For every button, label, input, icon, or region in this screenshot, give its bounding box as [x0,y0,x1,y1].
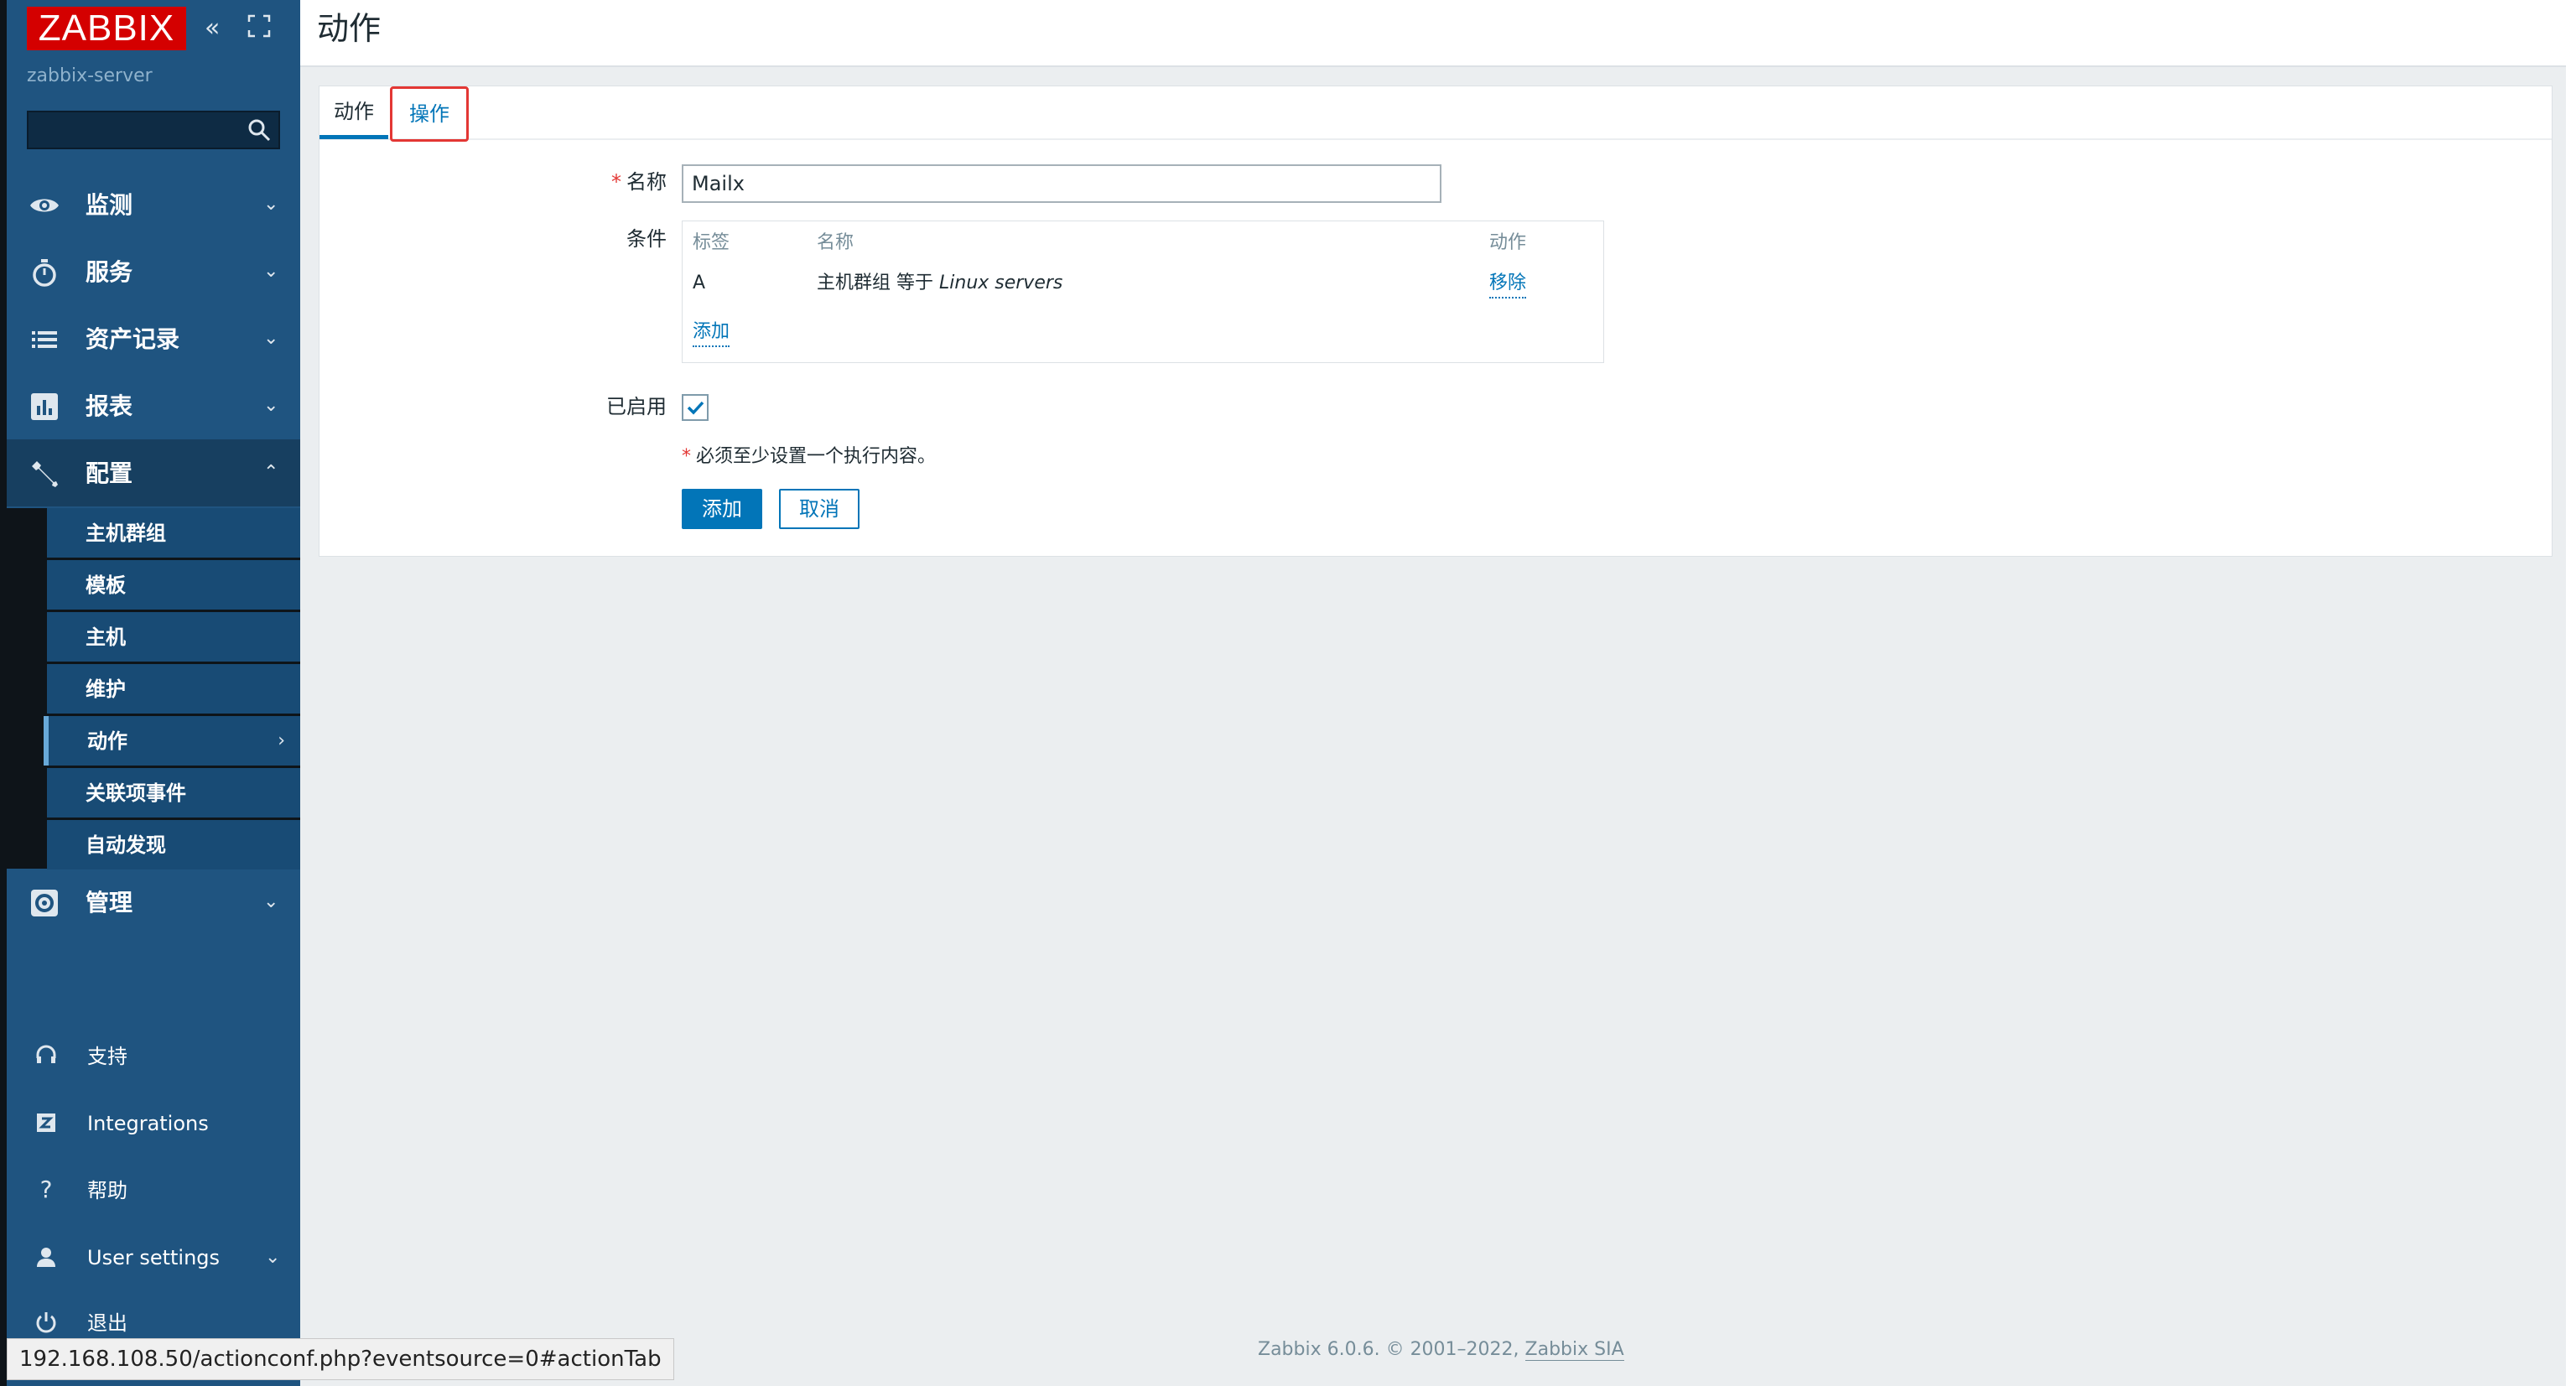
nav-label: 服务 [86,258,133,286]
nav-label: 管理 [86,889,133,916]
page-header: 动作 [300,0,2576,67]
search-input[interactable] [27,111,280,149]
config-submenu: 主机群组 模板 主机 维护 动作 › 关联项事件 自动发现 [7,508,300,869]
checkmark-icon [687,401,704,415]
eye-icon [30,199,59,212]
browser-status-url: 192.168.108.50/actionconf.php?eventsourc… [7,1338,674,1380]
submenu-discovery[interactable]: 自动发现 [47,820,300,869]
window-right-edge [2566,0,2576,1386]
nav-user-settings[interactable]: User settings ⌄ [7,1233,300,1283]
col-header-action: 动作 [1489,232,1527,253]
nav-help[interactable]: ? 帮助 [7,1165,300,1216]
wrench-icon [32,461,58,487]
nav-reports[interactable]: 报表 ⌄ [7,372,300,439]
kiosk-mode-icon[interactable] [247,13,272,48]
sidebar: ZABBIX « zabbix-server 监测 ⌄ 服务 ⌄ 资产记录 ⌄ … [7,0,300,1386]
nav-services[interactable]: 服务 ⌄ [7,238,300,305]
chevron-down-icon: ⌄ [263,328,279,349]
zabbix-logo[interactable]: ZABBIX [27,7,186,50]
submenu-label: 关联项事件 [86,781,186,805]
nav-label: 支持 [87,1045,127,1068]
zabbix-z-icon [37,1113,55,1132]
cancel-button[interactable]: 取消 [779,489,860,529]
conditions-table: 标签 名称 动作 A 主机群组 等于 Linux servers 移除 添加 [682,221,1604,363]
chevron-down-icon: ⌄ [263,261,279,282]
stopwatch-icon [33,259,56,287]
required-hint: * 必须至少设置一个执行内容。 [682,444,936,470]
submenu-actions[interactable]: 动作 › [44,716,300,766]
submenu-maintenance[interactable]: 维护 [47,664,300,714]
nav-label: 配置 [86,459,133,487]
remove-condition-link[interactable]: 移除 [1489,270,1527,298]
col-header-tag: 标签 [693,232,730,253]
submenu-label: 动作 [87,729,127,753]
nav-integrations[interactable]: Integrations [7,1098,300,1149]
page-title: 动作 [317,10,382,47]
user-icon [37,1248,55,1267]
nav-support[interactable]: 支持 [7,1031,300,1082]
question-icon: ? [39,1176,53,1203]
submenu-label: 主机群组 [86,522,166,545]
window-left-edge [0,0,7,1386]
hint-text: 必须至少设置一个执行内容。 [696,446,937,467]
headset-icon [36,1045,56,1063]
tab-bar: 动作 操作 [319,86,2552,142]
nav-label: 监测 [86,191,133,219]
submenu-label: 模板 [86,574,126,597]
chevron-down-icon: ⌄ [263,395,279,416]
nav-administration[interactable]: 管理 ⌄ [7,869,300,936]
conditions-label: 条件 [626,227,667,251]
enabled-label: 已启用 [606,395,667,418]
enabled-checkbox[interactable] [682,394,709,421]
chevron-down-icon: ⌄ [263,891,279,912]
submenu-host-groups[interactable]: 主机群组 [47,508,300,558]
action-form-panel: 动作 操作 *名称 条件 标签 名称 动作 A 主机群组 等于 Linux se… [319,86,2553,557]
search-icon[interactable] [247,117,272,143]
required-marker: * [611,170,621,194]
condition-name: 主机群组 等于 Linux servers [817,270,1062,297]
nav-label: 退出 [87,1311,127,1335]
nav-configuration[interactable]: 配置 ⌃ [7,439,300,506]
nav-inventory[interactable]: 资产记录 ⌄ [7,305,300,372]
bar-chart-icon [31,393,58,420]
chevron-up-icon: ⌃ [263,462,279,483]
required-marker: * [682,446,691,467]
page-footer: Zabbix 6.0.6. © 2001–2022, Zabbix SIA [1258,1337,1624,1363]
name-input[interactable] [682,164,1441,203]
submenu-label: 自动发现 [86,833,166,857]
nav-label: 资产记录 [86,325,180,353]
add-button[interactable]: 添加 [682,489,762,529]
submenu-templates[interactable]: 模板 [47,560,300,610]
list-icon [32,331,57,348]
gear-icon [31,890,58,916]
name-label-text: 名称 [626,170,667,194]
nav-monitoring[interactable]: 监测 ⌄ [7,171,300,238]
footer-text: Zabbix 6.0.6. © 2001–2022, [1258,1339,1525,1360]
submenu-label: 主机 [86,626,126,649]
tab-operations[interactable]: 操作 [390,86,469,142]
name-label: * 名称 [571,169,667,195]
server-name: zabbix-server [27,65,153,86]
submenu-event-correlation[interactable]: 关联项事件 [47,768,300,818]
nav-label: 帮助 [87,1179,127,1202]
nav-label: Integrations [87,1112,209,1135]
tab-actions[interactable]: 动作 [319,86,388,139]
condition-name-prefix: 主机群组 等于 [817,273,939,293]
chevron-down-icon: ⌄ [263,194,279,215]
power-icon [36,1312,56,1333]
chevron-right-icon: › [278,730,285,751]
submenu-label: 维护 [86,677,126,701]
chevron-down-icon: ⌄ [265,1247,281,1268]
col-header-name: 名称 [817,232,854,253]
add-condition-link[interactable]: 添加 [693,319,730,347]
nav-label: User settings [87,1246,221,1269]
collapse-sidebar-icon[interactable]: « [205,12,220,45]
footer-link[interactable]: Zabbix SIA [1524,1339,1624,1361]
condition-tag: A [693,273,706,293]
nav-label: 报表 [86,392,133,420]
submenu-hosts[interactable]: 主机 [47,612,300,662]
condition-name-value: Linux servers [939,273,1063,293]
